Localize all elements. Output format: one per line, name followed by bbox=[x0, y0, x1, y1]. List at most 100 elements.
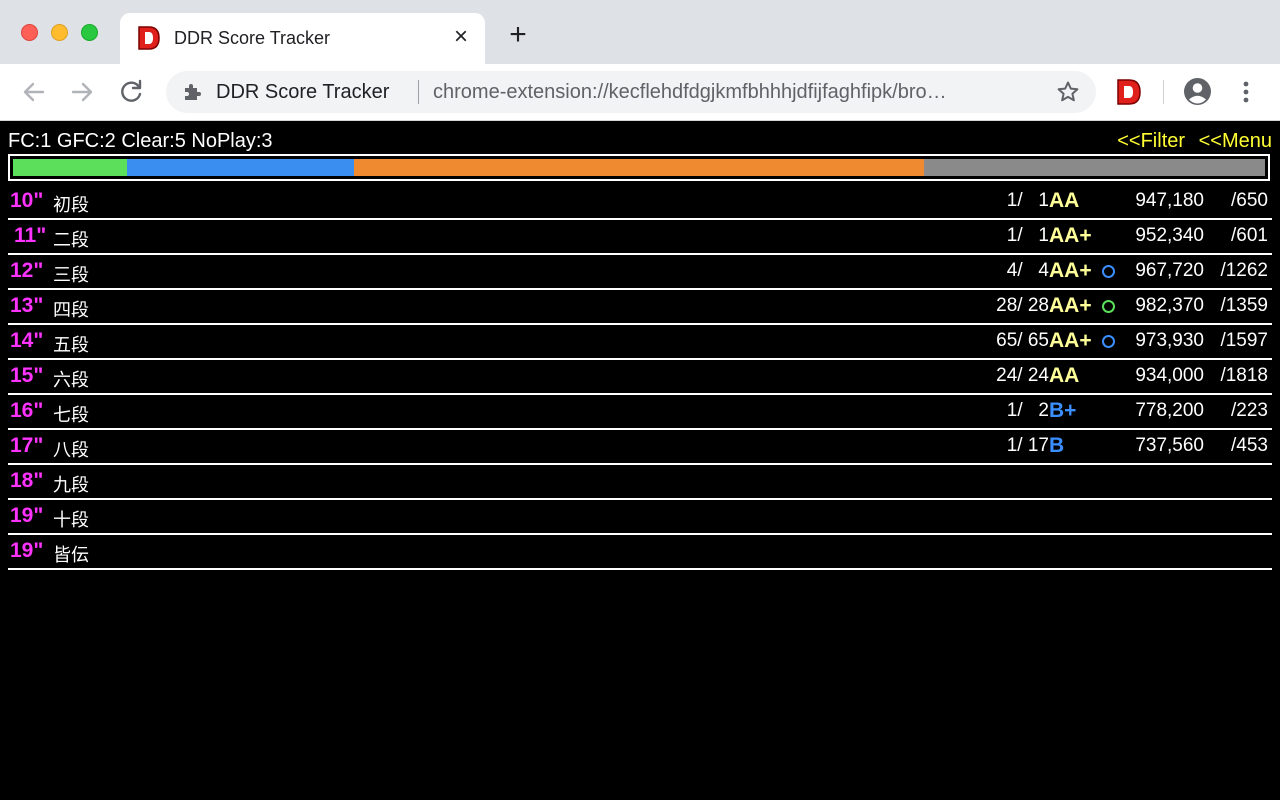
profile-avatar-icon[interactable] bbox=[1183, 77, 1212, 106]
forward-arrow-icon[interactable] bbox=[68, 78, 96, 106]
kebab-menu-icon[interactable] bbox=[1236, 78, 1256, 106]
clear-count: 4/ 4 bbox=[1006, 260, 1049, 281]
bookmark-star-icon[interactable] bbox=[1056, 80, 1080, 104]
progress-segment-clear bbox=[354, 159, 924, 176]
rank-value: /453 bbox=[1231, 435, 1268, 456]
score-value: 973,930 bbox=[1135, 330, 1204, 351]
address-bar[interactable]: DDR Score Tracker chrome-extension://kec… bbox=[166, 71, 1096, 113]
page-content: FC:1 GFC:2 Clear:5 NoPlay:3 <<Filter <<M… bbox=[0, 121, 1280, 800]
score-value: 967,720 bbox=[1135, 260, 1204, 281]
progress-segment-fc bbox=[13, 159, 127, 176]
dan-label: 四段 bbox=[53, 300, 89, 320]
rank-value: /1262 bbox=[1220, 260, 1268, 281]
level-label: 15" bbox=[10, 364, 44, 387]
dan-list: 10" 初段 1/ 1 AA 947,180/650 11" 二段 1/ 1 AA+ 952,34… bbox=[8, 185, 1272, 570]
dan-row[interactable]: 16" 七段 1/ 2 B+ 778,200/223 bbox=[8, 395, 1272, 430]
browser-toolbar: DDR Score Tracker chrome-extension://kec… bbox=[0, 64, 1280, 121]
score-value: 982,370 bbox=[1135, 295, 1204, 316]
dan-row[interactable]: 15" 六段 24/ 24 AA 934,000/1818 bbox=[8, 360, 1272, 395]
toolbar-divider bbox=[1163, 80, 1164, 104]
level-label: 16" bbox=[10, 399, 44, 422]
extension-name: DDR Score Tracker bbox=[216, 81, 390, 103]
dan-label: 八段 bbox=[53, 440, 89, 460]
tab-title: DDR Score Tracker bbox=[174, 28, 331, 48]
level-label: 13" bbox=[10, 294, 44, 317]
rank-value: /601 bbox=[1231, 225, 1268, 246]
rank-value: /223 bbox=[1231, 400, 1268, 421]
clear-count: 1/ 17 bbox=[1006, 435, 1049, 456]
dan-row[interactable]: 11" 二段 1/ 1 AA+ 952,340/601 bbox=[8, 220, 1272, 255]
rank-value: /1597 bbox=[1220, 330, 1268, 351]
reload-icon[interactable] bbox=[117, 78, 145, 106]
clear-progress-bar bbox=[8, 154, 1270, 181]
menu-link[interactable]: <<Menu bbox=[1199, 130, 1272, 152]
progress-segments bbox=[13, 159, 1265, 176]
dan-label: 九段 bbox=[53, 475, 89, 495]
progress-segment-gfc bbox=[126, 159, 355, 176]
rank-value: /650 bbox=[1231, 190, 1268, 211]
back-arrow-icon[interactable] bbox=[20, 78, 48, 106]
grade-label: B bbox=[1049, 434, 1065, 457]
score-value: 947,180 bbox=[1135, 190, 1204, 211]
ddr-favicon-icon bbox=[138, 26, 160, 50]
level-label: 19" bbox=[10, 539, 44, 562]
new-tab-button[interactable]: + bbox=[505, 20, 531, 50]
dan-label: 初段 bbox=[53, 195, 89, 215]
level-label: 18" bbox=[10, 469, 44, 492]
dan-label: 三段 bbox=[53, 265, 89, 285]
dan-row[interactable]: 17" 八段 1/ 17 B 737,560/453 bbox=[8, 430, 1272, 465]
dan-row[interactable]: 18" 九段 bbox=[8, 465, 1272, 500]
clear-count: 1/ 1 bbox=[1006, 190, 1049, 211]
clear-lamp-icon bbox=[1102, 335, 1115, 348]
dan-row[interactable]: 10" 初段 1/ 1 AA 947,180/650 bbox=[8, 185, 1272, 220]
clear-count: 28/ 28 bbox=[996, 295, 1049, 316]
level-label: 12" bbox=[10, 259, 44, 282]
dan-row[interactable]: 19" 十段 bbox=[8, 500, 1272, 535]
dan-row[interactable]: 14" 五段 65/ 65 AA+ 973,930/1597 bbox=[8, 325, 1272, 360]
level-label: 14" bbox=[10, 329, 44, 352]
progress-segment-noplay bbox=[923, 159, 1265, 176]
filter-link[interactable]: <<Filter bbox=[1117, 130, 1185, 152]
clear-lamp-icon bbox=[1102, 300, 1115, 313]
browser-tab[interactable]: DDR Score Tracker × bbox=[120, 13, 485, 64]
level-label: 17" bbox=[10, 434, 44, 457]
grade-label: AA bbox=[1049, 189, 1080, 212]
dan-label: 六段 bbox=[53, 370, 89, 390]
score-value: 737,560 bbox=[1135, 435, 1204, 456]
tab-close-icon[interactable]: × bbox=[450, 25, 472, 49]
browser-tab-strip: DDR Score Tracker × + bbox=[0, 0, 1280, 64]
level-label: 11" bbox=[14, 224, 47, 247]
dan-label: 皆伝 bbox=[53, 545, 89, 565]
dan-label: 十段 bbox=[53, 510, 89, 530]
puzzle-piece-icon bbox=[185, 84, 201, 100]
clear-lamp-icon bbox=[1102, 265, 1115, 278]
grade-label: B+ bbox=[1049, 399, 1077, 422]
score-value: 778,200 bbox=[1135, 400, 1204, 421]
clear-count: 1/ 1 bbox=[1006, 225, 1049, 246]
zoom-window-button[interactable] bbox=[81, 24, 98, 41]
clear-count: 1/ 2 bbox=[1006, 400, 1049, 421]
dan-label: 七段 bbox=[53, 405, 89, 425]
dan-label: 五段 bbox=[53, 335, 89, 355]
ddr-extension-icon[interactable] bbox=[1116, 78, 1142, 106]
level-label: 19" bbox=[10, 504, 44, 527]
clear-summary: FC:1 GFC:2 Clear:5 NoPlay:3 bbox=[8, 130, 273, 152]
score-value: 934,000 bbox=[1135, 365, 1204, 386]
rank-value: /1818 bbox=[1220, 365, 1268, 386]
grade-label: AA+ bbox=[1049, 294, 1092, 317]
dan-label: 二段 bbox=[53, 230, 89, 250]
grade-label: AA bbox=[1049, 364, 1080, 387]
header-links: <<Filter <<Menu bbox=[1109, 130, 1272, 153]
grade-label: AA+ bbox=[1049, 329, 1092, 352]
dan-row[interactable]: 19" 皆伝 bbox=[8, 535, 1272, 570]
dan-row[interactable]: 13" 四段 28/ 28 AA+ 982,370/1359 bbox=[8, 290, 1272, 325]
clear-count: 24/ 24 bbox=[996, 365, 1049, 386]
score-value: 952,340 bbox=[1135, 225, 1204, 246]
grade-label: AA+ bbox=[1049, 259, 1092, 282]
rank-value: /1359 bbox=[1220, 295, 1268, 316]
clear-count: 65/ 65 bbox=[996, 330, 1049, 351]
minimize-window-button[interactable] bbox=[51, 24, 68, 41]
url-text[interactable]: chrome-extension://kecflehdfdgjkmfbhhhjd… bbox=[433, 81, 1033, 104]
close-window-button[interactable] bbox=[21, 24, 38, 41]
dan-row[interactable]: 12" 三段 4/ 4 AA+ 967,720/1262 bbox=[8, 255, 1272, 290]
